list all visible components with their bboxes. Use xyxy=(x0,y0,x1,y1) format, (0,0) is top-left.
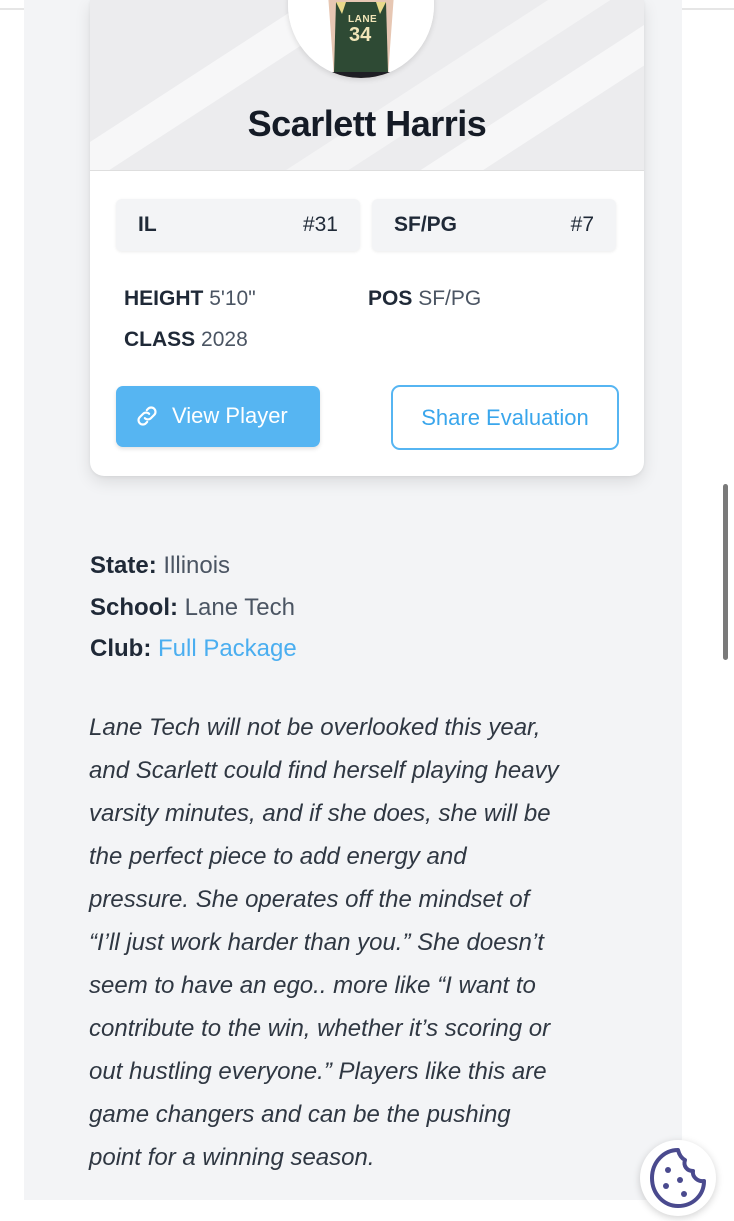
link-icon xyxy=(134,403,160,429)
school-row: School: Lane Tech xyxy=(90,594,295,622)
pos-stat: POS SF/PG xyxy=(368,287,481,311)
school-value: Lane Tech xyxy=(184,594,295,621)
evaluation-text: Lane Tech will not be overlooked this ye… xyxy=(89,706,659,1179)
view-player-label: View Player xyxy=(172,403,288,428)
badge-rank: #7 xyxy=(570,213,594,236)
view-player-button[interactable]: View Player xyxy=(116,386,320,447)
position-rank-badge: SF/PG #7 xyxy=(372,199,616,251)
club-link[interactable]: Full Package xyxy=(158,635,297,662)
player-avatar: LANE 34 xyxy=(288,0,434,78)
cookie-icon xyxy=(640,1148,716,1220)
badge-rank: #31 xyxy=(302,213,338,236)
player-name: Scarlett Harris xyxy=(247,103,487,144)
state-label: State: xyxy=(90,552,157,579)
player-card: LANE 34 Scarlett Harris IL #31 SF/PG #7 … xyxy=(90,0,644,476)
evaluation-line: “I’ll just work harder than you.” She do… xyxy=(89,929,544,956)
class-value: 2028 xyxy=(201,328,248,351)
share-evaluation-button[interactable]: Share Evaluation xyxy=(391,385,619,450)
evaluation-line: game changers and can be the pushing xyxy=(89,1101,511,1128)
evaluation-line: the perfect piece to add energy and xyxy=(89,843,467,870)
content-column: LANE 34 Scarlett Harris IL #31 SF/PG #7 … xyxy=(24,0,682,1200)
state-rank-badge: IL #31 xyxy=(116,199,360,251)
evaluation-line: Lane Tech will not be overlooked this ye… xyxy=(89,714,541,741)
evaluation-line: out hustling everyone.” Players like thi… xyxy=(89,1058,547,1085)
state-row: State: Illinois xyxy=(90,552,230,580)
badge-label: IL xyxy=(138,213,157,236)
club-row: Club: Full Package xyxy=(90,635,297,663)
evaluation-line: and Scarlett could find herself playing … xyxy=(89,757,559,784)
evaluation-line: pressure. She operates off the mindset o… xyxy=(89,886,530,913)
school-label: School: xyxy=(90,594,178,621)
evaluation-line: contribute to the win, whether it’s scor… xyxy=(89,1015,551,1042)
height-value: 5'10" xyxy=(209,287,256,310)
scrollbar[interactable] xyxy=(723,484,728,660)
evaluation-line: point for a winning season. xyxy=(89,1144,375,1171)
card-hero: LANE 34 Scarlett Harris xyxy=(90,0,644,171)
state-value: Illinois xyxy=(163,552,231,579)
height-stat: HEIGHT 5'10" xyxy=(124,287,256,311)
evaluation-line: seem to have an ego.. more like “I want … xyxy=(89,972,536,999)
pos-label: POS xyxy=(368,287,413,310)
jersey-number: 34 xyxy=(349,24,372,46)
height-label: HEIGHT xyxy=(124,287,204,310)
pos-value: SF/PG xyxy=(418,287,482,310)
evaluation-line: varsity minutes, and if she does, she wi… xyxy=(89,800,551,827)
class-stat: CLASS 2028 xyxy=(124,328,248,352)
club-label: Club: xyxy=(90,635,152,662)
badge-label: SF/PG xyxy=(394,213,458,236)
class-label: CLASS xyxy=(124,328,196,351)
cookie-settings-button[interactable] xyxy=(640,1140,716,1216)
